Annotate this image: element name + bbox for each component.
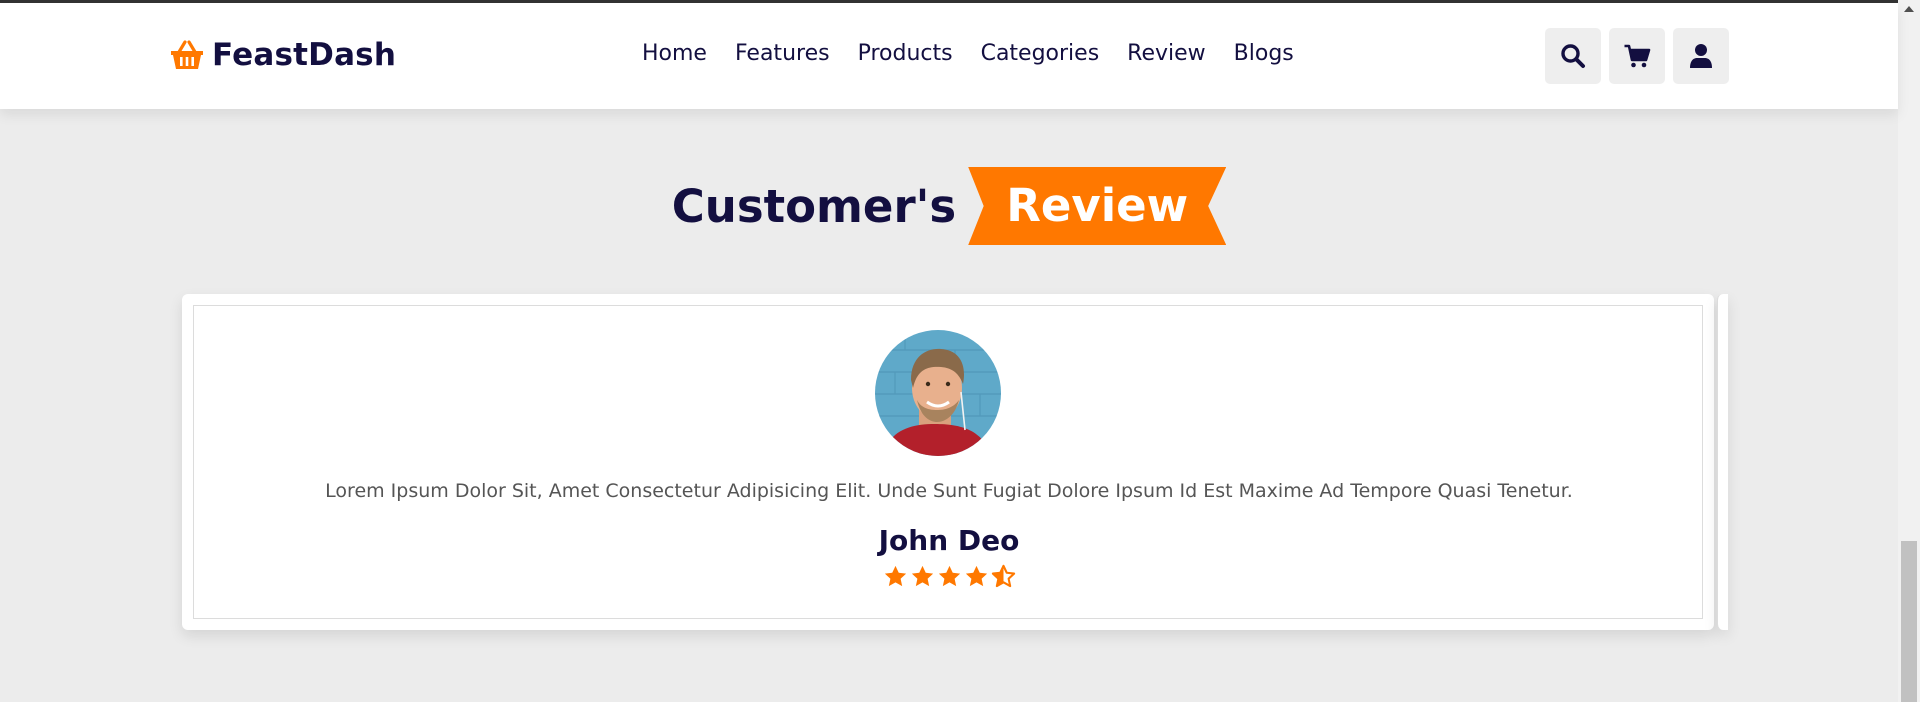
cart-button[interactable]: [1609, 28, 1665, 84]
header-icon-buttons: [1545, 28, 1729, 84]
brand-logo[interactable]: FeastDash: [170, 37, 396, 73]
review-text: Lorem Ipsum Dolor Sit, Amet Consectetur …: [325, 480, 1573, 502]
avatar-photo: [875, 330, 1001, 456]
star-full-icon: [910, 564, 935, 589]
heading-accent-badge: Review: [968, 167, 1227, 245]
star-half-icon: [991, 564, 1016, 589]
nav-link-features[interactable]: Features: [735, 41, 830, 66]
cart-icon: [1624, 44, 1651, 68]
user-icon: [1690, 44, 1712, 68]
search-icon: [1561, 44, 1585, 68]
reviewer-name: John Deo: [878, 524, 1020, 557]
star-rating: [0, 564, 1898, 589]
reviewer-avatar: [875, 330, 1001, 456]
nav-link-blogs[interactable]: Blogs: [1234, 41, 1294, 66]
scrollbar-thumb[interactable]: [1901, 541, 1917, 702]
heading-main-text: Customer's: [671, 179, 957, 233]
star-full-icon: [937, 564, 962, 589]
star-full-icon: [883, 564, 908, 589]
star-full-icon: [964, 564, 989, 589]
page-scrollbar[interactable]: [1898, 0, 1920, 702]
nav-link-review[interactable]: Review: [1127, 41, 1206, 66]
main-nav: Home Features Products Categories Review…: [642, 41, 1294, 66]
nav-link-home[interactable]: Home: [642, 41, 707, 66]
scroll-up-arrow-icon[interactable]: [1898, 0, 1920, 18]
basket-icon: [171, 40, 203, 69]
nav-link-categories[interactable]: Categories: [981, 41, 1100, 66]
user-button[interactable]: [1673, 28, 1729, 84]
search-button[interactable]: [1545, 28, 1601, 84]
brand-name: FeastDash: [212, 37, 397, 73]
section-heading: Customer's Review: [0, 166, 1898, 246]
site-header: FeastDash Home Features Products Categor…: [0, 3, 1898, 109]
nav-link-products[interactable]: Products: [858, 41, 953, 66]
